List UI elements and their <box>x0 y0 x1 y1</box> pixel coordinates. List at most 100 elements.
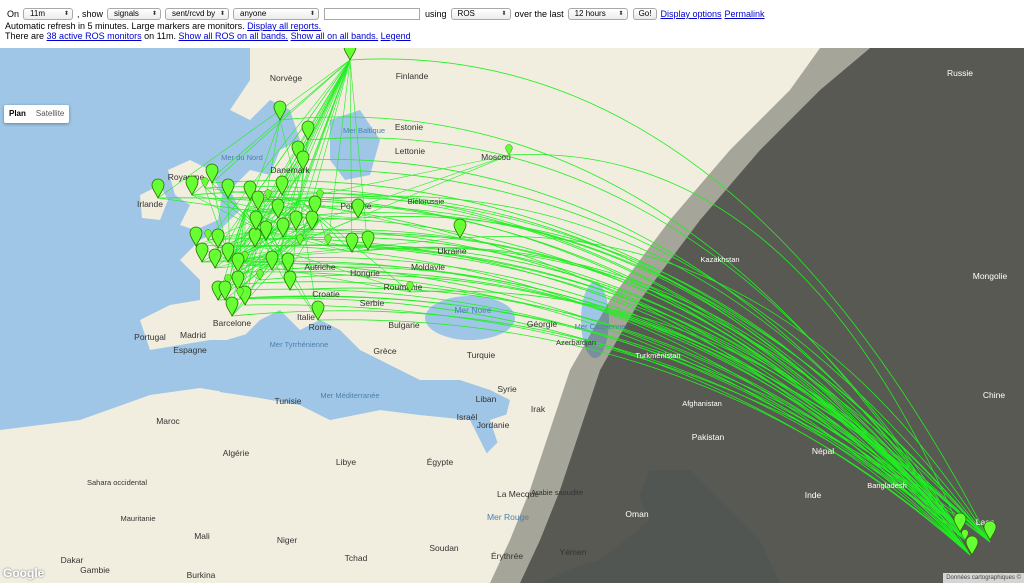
place-label: Ukraine <box>437 246 467 256</box>
place-label: Géorgie <box>527 319 558 329</box>
chevron-updown-icon: ⬍ <box>501 11 507 17</box>
active-suffix: on 11m. <box>144 31 176 41</box>
active-monitors-link[interactable]: 38 active ROS monitors <box>47 31 142 41</box>
callsign-input[interactable] <box>324 8 421 20</box>
place-label: Pakistan <box>692 432 725 442</box>
place-label: Mer Méditerranée <box>320 391 379 400</box>
place-label: Portugal <box>134 332 166 342</box>
place-label: Mauritanie <box>120 514 155 523</box>
place-label: Mongolie <box>973 271 1008 281</box>
place-label: Serbie <box>360 298 385 308</box>
place-label: Israël <box>457 412 478 422</box>
map-type-control: Plan Satellite <box>4 105 70 123</box>
over-label: over the last <box>514 9 564 19</box>
place-label: Gambie <box>80 565 110 575</box>
place-label: Libye <box>336 457 357 467</box>
place-label: Turkménistan <box>635 351 680 360</box>
place-label: Oman <box>625 509 648 519</box>
place-label: Égypte <box>427 457 454 467</box>
place-label: Croatie <box>312 289 340 299</box>
active-prefix: There are <box>5 31 45 41</box>
place-label: Lettonie <box>395 146 426 156</box>
show-select[interactable]: signals ⬍ <box>107 8 162 20</box>
place-label: Rome <box>309 322 332 332</box>
place-label: Bulgarie <box>388 320 419 330</box>
place-label: Autriche <box>304 262 335 272</box>
period-value: 12 hours <box>574 9 606 18</box>
place-label: Roumanie <box>384 282 423 292</box>
show-all-link[interactable]: Show all on all bands. <box>291 31 379 41</box>
query-form: On 11m ⬍ , show signals ⬍ sent/rcvd by ⬍ an… <box>5 7 765 21</box>
place-label: Soudan <box>429 543 459 553</box>
permalink-link[interactable]: Permalink <box>725 8 765 20</box>
who-select[interactable]: anyone ⬍ <box>233 8 320 20</box>
place-label: Estonie <box>395 122 424 132</box>
place-label: Syrie <box>497 384 517 394</box>
place-label: Niger <box>277 535 297 545</box>
place-label: Jordanie <box>477 420 510 430</box>
place-label: Liban <box>476 394 497 404</box>
place-label: Yémen <box>560 547 587 557</box>
place-label: Madrid <box>180 330 206 340</box>
map-svg[interactable]: Norvège Finlande Russie Estonie Lettonie Mer … <box>0 48 1024 583</box>
place-label: Mer du Nord <box>221 153 263 162</box>
mode-value: ROS <box>457 9 475 18</box>
who-value: anyone <box>240 9 267 18</box>
band-select[interactable]: 11m ⬍ <box>23 8 74 20</box>
period-select[interactable]: 12 hours ⬍ <box>567 8 628 20</box>
place-label: Moscou <box>481 152 511 162</box>
place-label: Kazakhstan <box>700 255 739 264</box>
direction-select[interactable]: sent/rcvd by ⬍ <box>165 8 230 20</box>
go-button[interactable]: Go! <box>632 8 658 20</box>
place-label: Dakar <box>61 555 84 565</box>
chevron-updown-icon: ⬍ <box>618 11 624 17</box>
place-label: Hongrie <box>350 268 380 278</box>
place-label: Azerbaïdjan <box>556 338 596 347</box>
place-label: Sahara occidental <box>87 478 147 487</box>
using-label: using <box>425 9 447 19</box>
band-value: 11m <box>30 9 45 18</box>
place-label: Finlande <box>396 71 429 81</box>
place-label: Russie <box>947 68 973 78</box>
place-label: Bangladesh <box>867 481 907 490</box>
direction-value: sent/rcvd by <box>172 9 216 18</box>
place-label: Burkina <box>187 570 216 580</box>
place-label: Tunisie <box>274 396 301 406</box>
place-label: Mer Noire <box>454 305 492 315</box>
place-label: Tchad <box>345 553 368 563</box>
place-label: Irlande <box>137 199 163 209</box>
place-label: Inde <box>805 490 822 500</box>
place-label: Mali <box>194 531 210 541</box>
display-options-link[interactable]: Display options <box>660 8 721 20</box>
active-line: There are 38 active ROS monitors on 11m.… <box>5 30 411 42</box>
place-label: Afghanistan <box>682 399 722 408</box>
place-label: Mer Rouge <box>487 512 529 522</box>
place-label: Érythrée <box>491 551 523 561</box>
controls-panel: On 11m ⬍ , show signals ⬍ sent/rcvd by ⬍ an… <box>0 0 1024 48</box>
place-label: Moldavie <box>411 262 445 272</box>
place-label: Algérie <box>223 448 250 458</box>
show-label: , show <box>77 9 104 19</box>
chevron-updown-icon: ⬍ <box>220 11 226 17</box>
place-label: Mer Baltique <box>343 126 385 135</box>
place-label: Espagne <box>173 345 207 355</box>
google-logo: Google <box>3 566 45 580</box>
mode-select[interactable]: ROS ⬍ <box>450 8 511 20</box>
map-data-credit[interactable]: Données cartographiques © <box>943 573 1024 583</box>
place-label: Barcelone <box>213 318 252 328</box>
place-label: Biélorussie <box>408 197 445 206</box>
map-type-satellite[interactable]: Satellite <box>31 105 69 123</box>
place-label: Norvège <box>270 73 302 83</box>
chevron-updown-icon: ⬍ <box>63 11 70 17</box>
chevron-updown-icon: ⬍ <box>310 11 316 17</box>
map-type-plan[interactable]: Plan <box>4 105 31 123</box>
legend-link[interactable]: Legend <box>381 31 411 41</box>
show-all-ros-link[interactable]: Show all ROS on all bands. <box>178 31 288 41</box>
map-canvas[interactable]: Norvège Finlande Russie Estonie Lettonie Mer … <box>0 48 1024 583</box>
place-label: Turquie <box>467 350 496 360</box>
place-label: Népal <box>812 446 834 456</box>
chevron-updown-icon: ⬍ <box>152 11 158 17</box>
place-label: Irak <box>531 404 546 414</box>
place-label: Italie <box>297 312 315 322</box>
show-value: signals <box>114 9 139 18</box>
